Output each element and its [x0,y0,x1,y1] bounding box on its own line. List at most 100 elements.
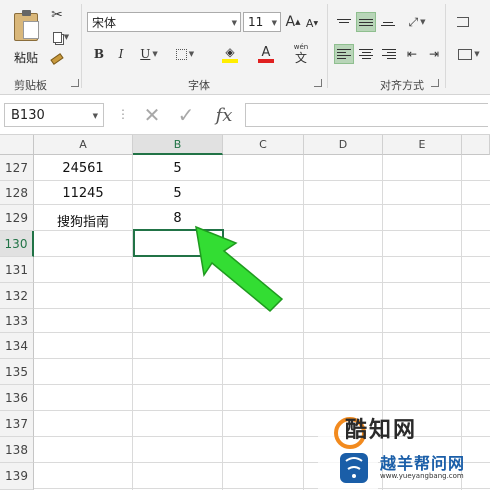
row-header-136[interactable]: 136 [0,385,34,411]
clipboard-launcher-icon[interactable] [71,79,79,87]
row-header-135[interactable]: 135 [0,359,34,385]
cell-b128[interactable]: 5 [133,186,222,201]
merge-center-button[interactable]: ▼ [452,44,486,64]
borders-button[interactable]: ▼ [170,44,200,64]
font-size-value: 11 [248,15,264,29]
select-all-corner[interactable] [0,135,34,155]
insert-function-icon[interactable]: fx [210,101,238,129]
row-header-138[interactable]: 138 [0,437,34,463]
gridline [34,332,490,333]
font-name-select[interactable]: 宋体 ▼ [87,12,241,32]
column-header-e[interactable]: E [383,135,462,155]
row-header-139[interactable]: 139 [0,463,34,490]
watermark-text-2: 越羊帮问网 [380,454,466,473]
font-group-label: 字体 [188,79,210,92]
cell-a128[interactable]: 11245 [34,186,132,201]
alignment-launcher-icon[interactable] [431,79,439,87]
ribbon: 粘贴 ✂ ▼ 剪贴板 宋体 ▼ 11 ▼ A ▲ A ▼ B I U ▼ ▼ ◈ A … [0,0,490,95]
alignment-group-label: 对齐方式 [380,79,424,92]
chevron-down-icon: ▼ [152,50,158,58]
font-launcher-icon[interactable] [314,79,322,87]
format-painter-icon[interactable] [48,50,66,68]
bold-button[interactable]: B [90,44,108,64]
enter-icon[interactable]: ✓ [172,101,200,129]
underline-button[interactable]: U ▼ [134,44,164,64]
column-header-a[interactable]: A [34,135,133,155]
font-name-value: 宋体 [92,15,117,30]
row-header-137[interactable]: 137 [0,411,34,437]
phonetic-bottom: 文 [294,51,307,65]
watermark-text-1: 酷知网 [345,418,418,443]
column-header-partial[interactable] [462,135,490,155]
row-header-131[interactable]: 131 [0,257,34,283]
font-color-label: A [261,44,271,60]
column-header-c[interactable]: C [223,135,304,155]
formula-input[interactable] [245,103,488,127]
caret-down-icon: ▼ [313,19,319,27]
column-header-d[interactable]: D [304,135,383,155]
fill-color-button[interactable]: ◈ [213,42,247,66]
grow-font-button[interactable]: A ▲ [284,12,302,32]
cancel-icon[interactable]: ✕ [138,101,166,129]
cell-b127[interactable]: 5 [133,161,222,176]
chevron-down-icon: ▼ [63,33,70,41]
chevron-down-icon: ▼ [420,18,426,26]
font-color-swatch [258,58,274,63]
cell-a129[interactable]: 搜狗指南 [34,211,132,230]
row-header-134[interactable]: 134 [0,333,34,359]
orientation-button[interactable]: ⤢ ▼ [402,12,432,32]
row-header-128[interactable]: 128 [0,181,34,205]
row-header-132[interactable]: 132 [0,283,34,309]
row-header-130[interactable]: 130 [0,231,34,257]
name-box[interactable]: B130 ▼ [4,103,104,127]
formula-bar-grip: ⋮ [117,107,130,121]
phonetic-top: wén [293,43,309,51]
gridline [222,155,223,490]
paint-bucket-icon: ◈ [225,44,235,59]
middle-align-button[interactable] [356,12,376,32]
phonetic-guide-button[interactable]: wén 文 [288,40,314,68]
chevron-down-icon: ▼ [92,112,98,120]
font-color-button[interactable]: A [250,42,282,66]
wrap-text-icon[interactable] [452,12,474,32]
fill-color-swatch [222,58,238,63]
row-header-129[interactable]: 129 [0,205,34,231]
group-separator [327,4,328,88]
cell-a127[interactable]: 24561 [34,161,132,176]
align-right-button[interactable] [378,44,398,64]
decrease-indent-icon[interactable]: ⇤ [402,44,422,64]
row-header-127[interactable]: 127 [0,155,34,181]
gridline [34,180,490,181]
copy-icon [52,31,62,43]
gridline [34,204,490,205]
grow-font-label: A [285,14,296,30]
shrink-font-button[interactable]: A ▼ [304,14,320,32]
merge-icon [458,48,473,60]
caret-up-icon: ▲ [295,18,301,26]
gridline [303,155,304,490]
orientation-icon: ⤢ [408,14,419,29]
gridline [34,358,490,359]
gridline [132,155,133,490]
column-header-b[interactable]: B [133,135,223,155]
underline-label: U [140,47,151,61]
group-separator [81,4,82,88]
top-align-button[interactable] [334,12,354,32]
align-center-button[interactable] [356,44,376,64]
chevron-down-icon: ▼ [231,19,237,27]
gridline [34,384,490,385]
italic-button[interactable]: I [112,44,130,64]
formula-bar: B130 ▼ ⋮ ✕ ✓ fx [0,95,490,135]
paste-button[interactable]: 粘贴 [6,6,46,72]
cut-icon[interactable]: ✂ [48,6,66,24]
row-header-133[interactable]: 133 [0,309,34,333]
align-left-button[interactable] [334,44,354,64]
chevron-down-icon: ▼ [188,50,195,58]
increase-indent-icon[interactable]: ⇥ [424,44,444,64]
font-size-select[interactable]: 11 ▼ [243,12,281,32]
clipboard-paste-icon [14,9,39,41]
clipboard-group-label: 剪贴板 [14,79,47,92]
bottom-align-button[interactable] [378,12,398,32]
copy-button[interactable]: ▼ [48,28,74,46]
name-box-value: B130 [11,107,45,123]
